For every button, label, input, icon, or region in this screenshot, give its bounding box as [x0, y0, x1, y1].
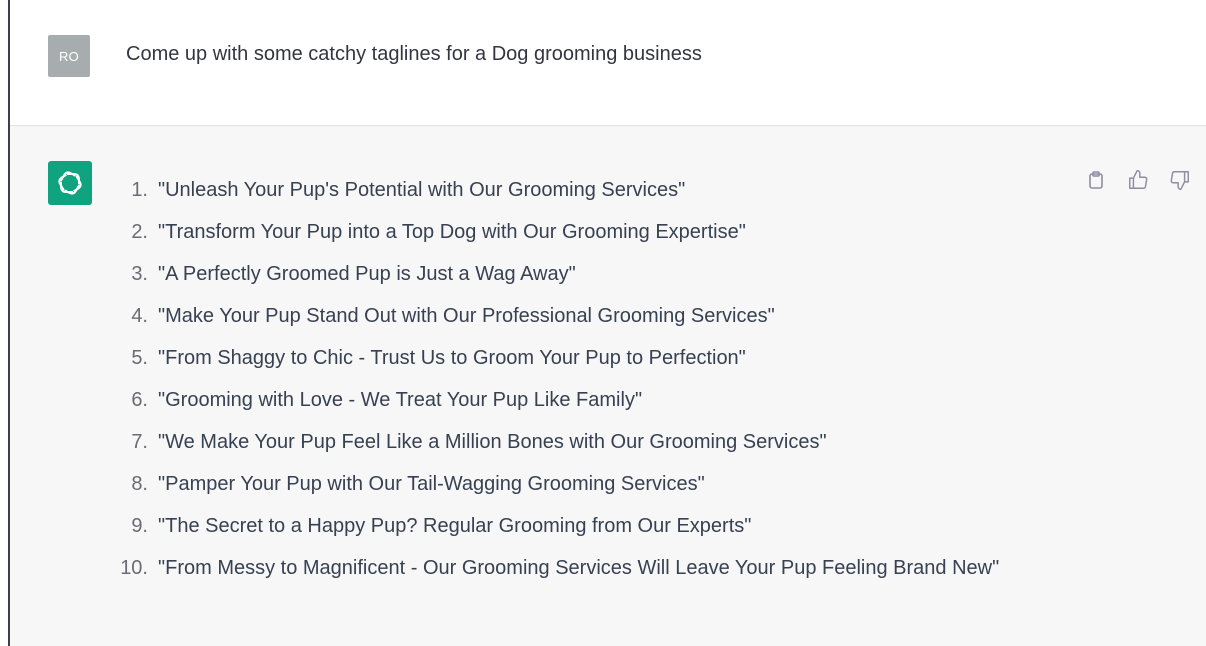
clipboard-icon[interactable] — [1084, 168, 1108, 192]
list-item-text: "Grooming with Love - We Treat Your Pup … — [158, 389, 643, 411]
list-item: 6. "Grooming with Love - We Treat Your Pu… — [110, 379, 1060, 421]
list-item: 2. "Transform Your Pup into a Top Dog wit… — [110, 211, 1060, 253]
list-item-number: 8. — [131, 473, 148, 495]
assistant-message-row: 1. "Unleash Your Pup's Potential with Our… — [10, 126, 1206, 646]
list-item-number: 6. — [131, 389, 148, 411]
list-item-number: 9. — [131, 515, 148, 537]
list-item: 8. "Pamper Your Pup with Our Tail-Wagging… — [110, 463, 1060, 505]
list-item-number: 7. — [131, 431, 148, 453]
list-item-number: 10. — [120, 557, 148, 579]
list-item-text: "From Messy to Magnificent - Our Groomin… — [158, 557, 1000, 579]
tagline-list: 1. "Unleash Your Pup's Potential with Our… — [110, 169, 1060, 589]
thumbs-down-icon[interactable] — [1168, 168, 1192, 192]
list-item-text: "From Shaggy to Chic - Trust Us to Groom… — [158, 347, 746, 369]
list-item-number: 3. — [131, 263, 148, 285]
list-item-text: "Pamper Your Pup with Our Tail-Wagging G… — [158, 473, 705, 495]
list-item-text: "Unleash Your Pup's Potential with Our G… — [158, 179, 686, 201]
list-item-text: "The Secret to a Happy Pup? Regular Groo… — [158, 515, 752, 537]
list-item-text: "Make Your Pup Stand Out with Our Profes… — [158, 305, 775, 327]
list-item-text: "Transform Your Pup into a Top Dog with … — [158, 221, 746, 243]
list-item-number: 1. — [131, 179, 148, 201]
list-item-number: 5. — [131, 347, 148, 369]
list-item: 4. "Make Your Pup Stand Out with Our Prof… — [110, 295, 1060, 337]
list-item: 1. "Unleash Your Pup's Potential with Our… — [110, 169, 1060, 211]
list-item: 9. "The Secret to a Happy Pup? Regular Gr… — [110, 505, 1060, 547]
list-item-number: 2. — [131, 221, 148, 243]
user-message-text: Come up with some catchy taglines for a … — [126, 43, 702, 65]
user-avatar-initials: RO — [58, 48, 80, 64]
list-item-text: "We Make Your Pup Feel Like a Million Bo… — [158, 431, 827, 453]
list-item-number: 4. — [131, 305, 148, 327]
list-item: 5. "From Shaggy to Chic - Trust Us to Gro… — [110, 337, 1060, 379]
message-actions — [1084, 168, 1192, 192]
chat-page: RO Come up with some catchy taglines for… — [0, 0, 1206, 646]
thumbs-up-icon[interactable] — [1126, 168, 1150, 192]
user-avatar: RO — [48, 35, 90, 77]
user-message-row: RO Come up with some catchy taglines for… — [10, 0, 1206, 126]
list-item-text: "A Perfectly Groomed Pup is Just a Wag A… — [158, 263, 576, 285]
list-item: 10. "From Messy to Magnificent - Our Groo… — [110, 547, 1060, 589]
list-item: 3. "A Perfectly Groomed Pup is Just a Wag… — [110, 253, 1060, 295]
openai-logo-icon — [48, 161, 92, 205]
list-item: 7. "We Make Your Pup Feel Like a Million … — [110, 421, 1060, 463]
